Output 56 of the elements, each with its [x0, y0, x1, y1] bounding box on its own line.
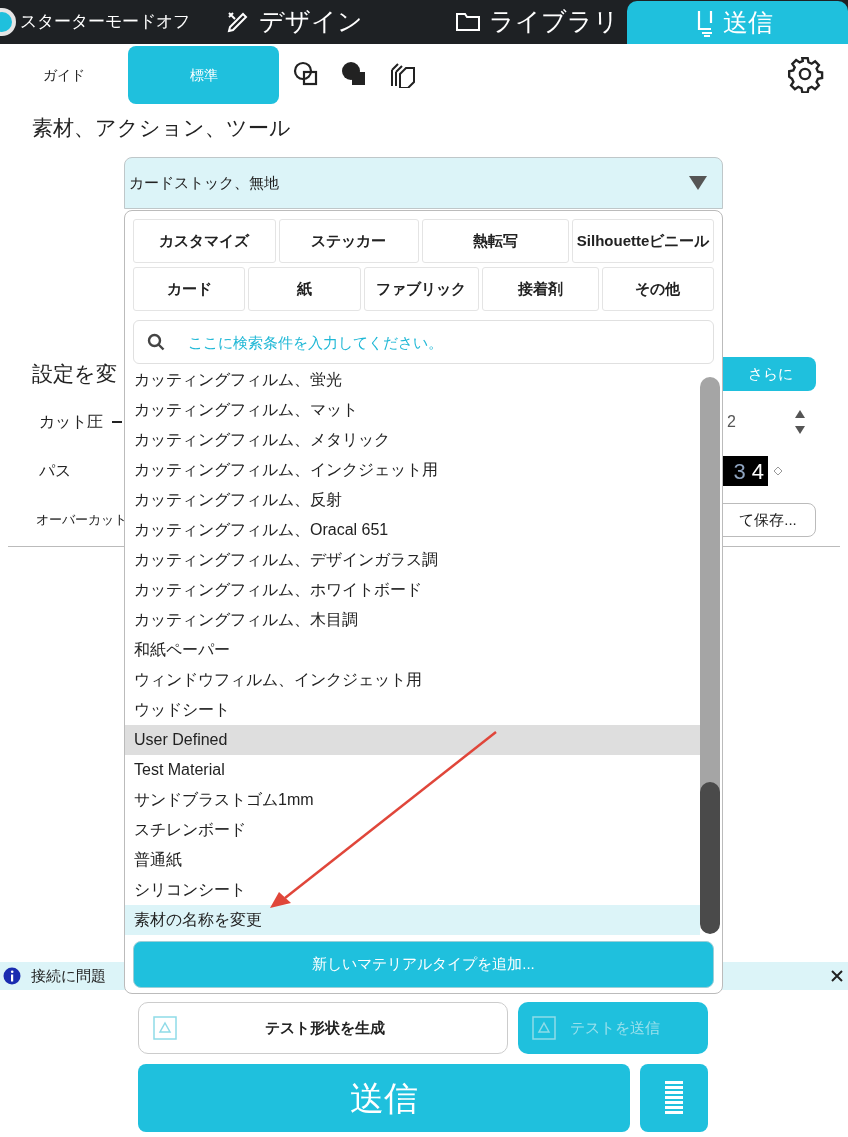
search-field[interactable]: ここに検索条件を入力してください。 [133, 320, 714, 364]
category-button[interactable]: 接着剤 [481, 267, 599, 311]
list-item[interactable]: 普通紙 [125, 845, 700, 875]
section-title: 素材、アクション、ツール [31, 115, 292, 141]
list-item[interactable]: ウィンドウフィルム、インクジェット用 [125, 665, 700, 695]
section-title: 設定を変 [31, 361, 117, 388]
list-item[interactable]: カッティングフィルム、蛍光 [125, 365, 700, 395]
field-label: オーバーカット [35, 511, 127, 530]
folder-icon [455, 11, 481, 33]
list-item[interactable]: カッティングフィルム、マット [125, 395, 700, 425]
list-item[interactable]: スチレンボード [125, 815, 700, 845]
list-item[interactable]: カッティングフィルム、木目調 [125, 605, 700, 635]
field-label: カット圧 [38, 412, 104, 432]
stacked-layers-icon[interactable] [389, 60, 417, 88]
list-item[interactable]: カッティングフィルム、ホワイトボード [125, 575, 700, 605]
notification-text: 接続に問題 [31, 965, 106, 986]
list-item[interactable]: カッティングフィルム、メタリック [125, 425, 700, 455]
scrollbar[interactable] [700, 377, 720, 934]
list-item[interactable]: カッティングフィルム、Oracal 651 [125, 515, 700, 545]
list-item[interactable]: Test Material [125, 755, 700, 785]
close-icon[interactable] [831, 970, 843, 982]
list-item[interactable]: カッティングフィルム、インクジェット用 [125, 455, 700, 485]
category-button[interactable]: 紙 [248, 267, 362, 311]
filled-shapes-icon[interactable] [341, 61, 367, 87]
list-item[interactable]: カッティングフィルム、デザインガラス調 [125, 545, 700, 575]
menu-icon [665, 1081, 683, 1115]
search-icon [147, 333, 165, 351]
starter-mode-toggle[interactable]: スターターモードオフ [0, 0, 190, 44]
list-item[interactable]: ウッドシート [125, 695, 700, 725]
diamond-icon [774, 467, 782, 475]
blade-icon [695, 8, 715, 37]
category-button[interactable]: 熱転写 [421, 219, 570, 263]
test-button[interactable]: テスト形状を生成 [138, 1002, 508, 1054]
settings-icon[interactable] [786, 55, 824, 93]
list-item[interactable]: カッティングフィルム、反射 [125, 485, 700, 515]
category-button[interactable]: ファブリック [364, 267, 479, 311]
category-button[interactable]: カスタマイズ [133, 219, 276, 263]
category-button[interactable]: Silhouetteビニール [572, 219, 714, 263]
category-button[interactable]: カード [133, 267, 246, 311]
top-tab[interactable]: デザイン [190, 0, 405, 44]
top-tab[interactable]: ライブラリ [405, 0, 627, 44]
overlap-squares-icon[interactable] [293, 61, 319, 87]
spinner-arrows-icon[interactable] [794, 408, 806, 436]
caret-icon [688, 175, 708, 191]
list-item[interactable]: 和紙ペーパー [125, 635, 700, 665]
list-item[interactable]: シリコンシート [125, 875, 700, 905]
material-dropdown[interactable]: カードストック、無地 [124, 157, 723, 209]
list-item[interactable]: サンドブラストゴム1mm [125, 785, 700, 815]
group-header: User Defined [125, 725, 700, 755]
sub-tab[interactable]: ガイド [0, 46, 128, 104]
category-button[interactable]: その他 [601, 267, 714, 311]
list-item[interactable]: 素材の名称を変更 [125, 905, 700, 935]
field-value: 2 [727, 412, 736, 432]
category-button[interactable]: ステッカー [278, 219, 419, 263]
field-label: パス [38, 461, 71, 481]
info-icon [3, 967, 21, 985]
